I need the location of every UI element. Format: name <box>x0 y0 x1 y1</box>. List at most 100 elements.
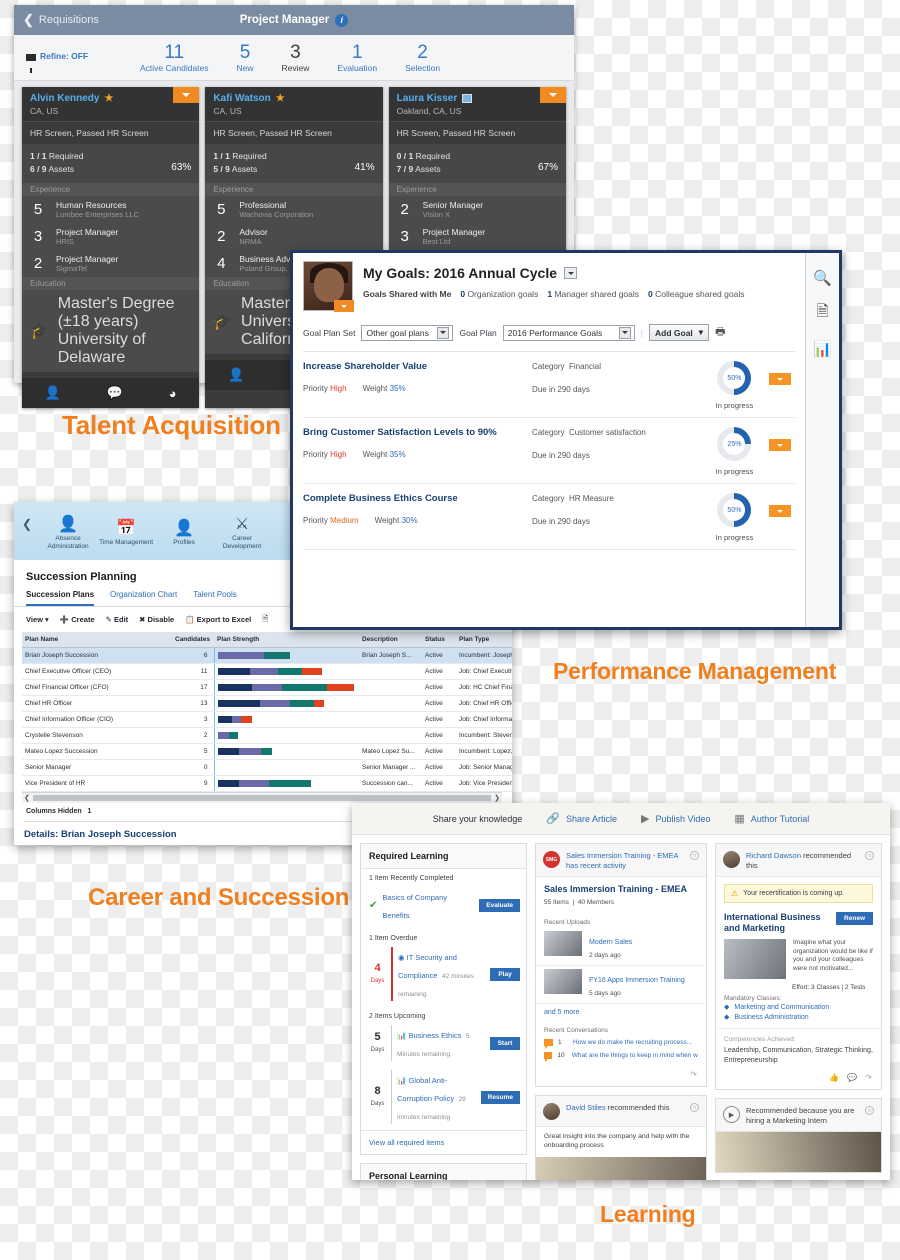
goal-plan-set-select[interactable]: Other goal plans <box>361 324 454 341</box>
detach-icon[interactable]: 🗎 <box>262 613 268 626</box>
view-all-required-items-link[interactable]: View all required items <box>361 1130 526 1154</box>
publish-video-button[interactable]: ▶ Publish Video <box>641 812 710 825</box>
cycle-dropdown[interactable] <box>564 267 577 279</box>
scroll-right-icon[interactable]: ❯ <box>494 794 500 802</box>
feed-title[interactable]: Sales Immersion Training - EMEA <box>544 884 698 895</box>
stat-active-candidates[interactable]: 11 Active Candidates <box>126 42 223 73</box>
close-icon[interactable]: ○ <box>690 851 699 860</box>
play-button[interactable]: Play <box>490 967 520 981</box>
author-tutorial-button[interactable]: ▦ Author Tutorial <box>734 812 809 825</box>
goal-row[interactable]: Increase Shareholder Value Priority High W… <box>303 352 795 418</box>
like-icon[interactable]: 👍 <box>829 1073 839 1082</box>
candidate-card[interactable]: Alvin Kennedy ★ CA, US HR Screen, Passed… <box>22 87 200 408</box>
nav-back-button[interactable]: ❮ <box>20 517 39 545</box>
refine-toggle[interactable]: Refine: OFF <box>14 51 126 73</box>
col-description[interactable]: Description <box>359 632 422 648</box>
table-row[interactable]: Chief Executive Officer (CEO) 11 Active Job… <box>22 663 512 680</box>
table-row[interactable]: Crystelle Stevenson 2 Active Incumbent: Ste… <box>22 727 512 744</box>
export-to-excel-button[interactable]: 📋 Export to Excel <box>185 615 251 624</box>
horizontal-scrollbar[interactable]: ❮ ❯ <box>22 792 502 803</box>
profile-icon[interactable]: 👤 <box>228 367 244 383</box>
table-row[interactable]: Brian Joseph Succession 6 Brian Joseph S..… <box>22 647 512 664</box>
disable-button[interactable]: ✖ Disable <box>139 615 174 624</box>
candidate-actions-button[interactable] <box>173 87 200 103</box>
tab-organization-chart[interactable]: Organization Chart <box>110 590 177 606</box>
renew-button[interactable]: Renew <box>836 912 873 925</box>
nav-item-profiles[interactable]: 👤 Profiles <box>155 515 213 547</box>
tab-talent-pools[interactable]: Talent Pools <box>193 590 237 606</box>
list-item[interactable]: 4 Days ◉ IT Security and Compliance 42 m… <box>361 944 526 1007</box>
candidate-actions-button[interactable] <box>539 87 566 103</box>
mandatory-class-item[interactable]: ◆ Marketing and Communication <box>716 1002 881 1012</box>
share-icon[interactable]: ↷ <box>690 1070 697 1079</box>
col-candidates[interactable]: Candidates <box>172 632 214 648</box>
conversation-item[interactable]: 1 How we do make the recruiting process.… <box>536 1036 706 1049</box>
resume-button[interactable]: Resume <box>480 1090 520 1104</box>
goal-actions-button[interactable] <box>769 439 791 451</box>
stat-review[interactable]: 3 Review <box>268 42 324 73</box>
scroll-thumb[interactable] <box>32 795 492 801</box>
share-icon[interactable]: ↷ <box>865 1073 872 1082</box>
stat-evaluation[interactable]: 1 Evaluation <box>323 42 391 73</box>
table-row[interactable]: Vice President of HR 9 Succession can... Ac… <box>22 775 512 792</box>
avatar[interactable] <box>303 261 354 312</box>
stat-new[interactable]: 5 New <box>223 42 268 73</box>
compare-icon[interactable]: ◕ <box>169 386 177 401</box>
course-link[interactable]: 📊 Global Anti-Corruption Policy <box>397 1076 454 1103</box>
table-row[interactable]: Mateo Lopez Succession 5 Mateo Lopez Su...… <box>22 743 512 760</box>
avatar-actions-button[interactable] <box>334 300 354 312</box>
and-more-link[interactable]: and 5 more <box>536 1004 706 1021</box>
create-button[interactable]: ➕ Create <box>60 615 95 624</box>
share-article-button[interactable]: 🔗 Share Article <box>546 812 617 825</box>
chart-icon[interactable]: 📊 <box>813 340 832 358</box>
feed-activity-text[interactable]: Sales Immersion Training - EMEA has rece… <box>566 851 684 870</box>
nav-item-time-management[interactable]: 📅 Time Management <box>97 515 155 547</box>
search-icon[interactable]: 🔍 <box>813 269 832 287</box>
profile-icon[interactable]: 👤 <box>45 385 61 401</box>
goal-plan-select[interactable]: 2016 Performance Goals <box>502 324 635 341</box>
close-icon[interactable]: ○ <box>865 851 874 860</box>
start-button[interactable]: Start <box>490 1036 520 1050</box>
table-row[interactable]: Senior Manager 0 Senior Manager ... Active J… <box>22 759 512 776</box>
evaluate-button[interactable]: Evaluate <box>479 898 520 912</box>
upload-item[interactable]: FY16 Apps Immersion Training 5 days ago <box>536 966 706 1004</box>
nav-item-career-development[interactable]: ⚔ Career Development <box>213 511 271 551</box>
scroll-left-icon[interactable]: ❮ <box>24 794 30 802</box>
upload-item[interactable]: Modern Sales 2 days ago <box>536 928 706 966</box>
col-plan-type[interactable]: Plan Type <box>456 632 512 648</box>
add-goal-button[interactable]: Add Goal ▾ <box>649 324 710 341</box>
nav-item-absence-administration[interactable]: 👤 Absence Administration <box>39 511 97 551</box>
goal-row[interactable]: Complete Business Ethics Course Priority … <box>303 484 795 550</box>
course-title[interactable]: International Business and Marketing <box>716 910 830 934</box>
table-row[interactable]: Chief HR Officer 13 Active Job: Chief HR Of… <box>22 695 512 712</box>
back-to-requisitions-button[interactable]: ❮ Requisitions <box>14 12 99 28</box>
stat-selection[interactable]: 2 Selection <box>391 42 454 73</box>
document-icon[interactable]: 🗎 <box>816 301 828 326</box>
goal-name[interactable]: Bring Customer Satisfaction Levels to 90… <box>303 427 532 438</box>
info-icon[interactable]: i <box>335 13 349 27</box>
mandatory-class-item[interactable]: ◆ Business Administration <box>716 1012 881 1022</box>
tab-succession-plans[interactable]: Succession Plans <box>26 590 95 606</box>
comment-icon[interactable]: 💬 <box>847 1073 857 1082</box>
close-icon[interactable]: ○ <box>865 1106 874 1115</box>
course-link[interactable]: 📊 Business Ethics <box>397 1031 461 1040</box>
list-item[interactable]: 8 Days 📊 Global Anti-Corruption Policy 2… <box>361 1067 526 1130</box>
goal-row[interactable]: Bring Customer Satisfaction Levels to 90… <box>303 418 795 484</box>
conversation-item[interactable]: 10 What are the things to keep in mind w… <box>536 1049 706 1062</box>
goal-actions-button[interactable] <box>769 373 791 385</box>
table-row[interactable]: Chief Financial Officer (CFO) 17 Active Job… <box>22 679 512 696</box>
col-plan-name[interactable]: Plan Name <box>22 632 172 648</box>
col-status[interactable]: Status <box>422 632 456 648</box>
goal-name[interactable]: Complete Business Ethics Course <box>303 493 532 504</box>
comment-icon[interactable]: 💬 <box>107 385 123 401</box>
table-row[interactable]: Chief Information Officer (CIO) 3 Active Jo… <box>22 711 512 728</box>
goal-name[interactable]: Increase Shareholder Value <box>303 361 532 372</box>
col-plan-strength[interactable]: Plan Strength <box>214 632 359 648</box>
view-menu[interactable]: View ▾ <box>26 615 49 624</box>
goal-actions-button[interactable] <box>769 505 791 517</box>
edit-button[interactable]: ✎ Edit <box>106 615 129 624</box>
list-item[interactable]: ✔ Basics of Company Benefits Evaluate <box>361 884 526 929</box>
list-item[interactable]: 5 Days 📊 Business Ethics 5 Minutes remai… <box>361 1022 526 1067</box>
close-icon[interactable]: ○ <box>690 1103 699 1112</box>
printer-icon[interactable]: 🖶 <box>715 323 725 342</box>
